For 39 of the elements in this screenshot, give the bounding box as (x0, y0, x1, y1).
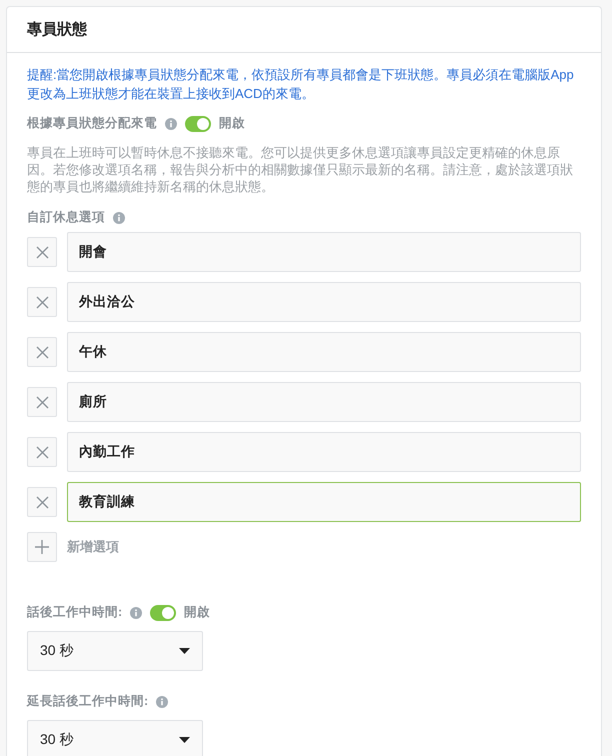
toggle-switch[interactable] (185, 116, 211, 132)
remove-button[interactable] (27, 237, 57, 267)
duration-select[interactable]: 30 秒 (27, 631, 203, 671)
setting-label: 自訂休息選項 (27, 209, 105, 226)
caret-icon (179, 648, 190, 654)
caret-icon (179, 737, 190, 743)
info-icon[interactable] (156, 696, 168, 708)
option-field[interactable]: 廁所 (67, 382, 581, 422)
close-icon (36, 346, 48, 358)
info-icon[interactable] (130, 606, 142, 618)
panel-title: 專員狀態 (27, 20, 87, 39)
option-field[interactable]: 午休 (67, 332, 581, 372)
remove-button[interactable] (27, 437, 57, 467)
remove-button[interactable] (27, 287, 57, 317)
option-field[interactable]: 教育訓練 (67, 482, 581, 522)
close-icon (36, 246, 48, 258)
remove-button[interactable] (27, 387, 57, 417)
plus-icon (35, 540, 49, 554)
close-icon (36, 496, 48, 508)
option-field[interactable]: 開會 (67, 232, 581, 272)
setting-label: 延長話後工作中時間: (27, 693, 148, 710)
remove-button[interactable] (27, 487, 57, 517)
option-field[interactable]: 內勤工作 (67, 432, 581, 472)
close-icon (36, 396, 48, 408)
setting-label: 話後工作中時間: (27, 604, 122, 621)
setting-label: 根據專員狀態分配來電 (27, 115, 157, 132)
info-icon[interactable] (113, 212, 125, 224)
remove-button[interactable] (27, 337, 57, 367)
add-button[interactable] (27, 532, 57, 562)
notice-text: 提醒:當您開啟根據專員狀態分配來電，依預設所有專員都會是下班狀態。專員必須在電腦版App更改為上班狀態才能在裝置上接收到ACD的來電。 (27, 66, 575, 103)
info-icon[interactable] (165, 118, 177, 130)
toggle-state: 開啟 (219, 115, 245, 132)
description-text: 專員在上班時可以暫時休息不接聽來電。您可以提供更多休息選項讓專員設定更精確的休息原因。若您修改選項名稱，報告與分析中的相關數據僅只顯示最新的名稱。請注意，處於該選項狀態的專員也將繼續維持新名稱的休息狀態。 (27, 144, 574, 195)
close-icon (36, 446, 48, 458)
option-field[interactable]: 外出洽公 (67, 282, 581, 322)
close-icon (36, 296, 48, 308)
toggle-switch[interactable] (150, 604, 176, 620)
duration-select[interactable]: 30 秒 (27, 720, 203, 756)
toggle-state: 開啟 (184, 604, 210, 621)
